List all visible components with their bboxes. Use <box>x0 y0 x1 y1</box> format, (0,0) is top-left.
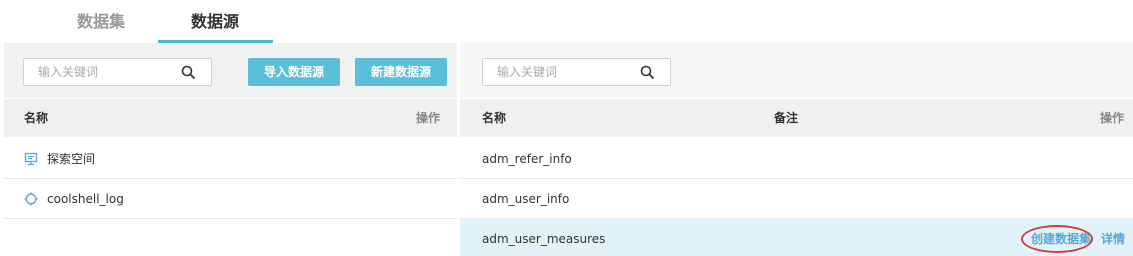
column-operation: 操作 <box>1100 111 1125 125</box>
tab-datasources[interactable]: 数据源 <box>165 0 265 44</box>
datasource-name: coolshell_log <box>47 192 124 206</box>
column-name: 名称 <box>482 111 507 125</box>
datasource-row-explore[interactable]: 探索空间 <box>4 139 457 179</box>
table-row[interactable]: adm_user_info <box>460 179 1133 219</box>
table-list-panel: 名称 备注 操作 adm_refer_info adm_user_info ad… <box>460 43 1133 256</box>
left-table-header: 名称 操作 <box>4 99 457 137</box>
column-name: 名称 <box>24 111 49 125</box>
import-datasource-button[interactable]: 导入数据源 <box>248 58 340 86</box>
detail-link[interactable]: 详情 <box>1101 219 1125 256</box>
search-icon[interactable] <box>640 65 654 79</box>
crosshair-icon <box>24 192 38 206</box>
left-search-box[interactable] <box>23 58 212 86</box>
datasource-name: 探索空间 <box>47 152 96 166</box>
table-row[interactable]: adm_refer_info <box>460 139 1133 179</box>
new-datasource-button[interactable]: 新建数据源 <box>355 58 447 86</box>
monitor-icon <box>24 152 38 166</box>
right-table-header: 名称 备注 操作 <box>460 99 1133 137</box>
column-operation: 操作 <box>416 111 441 125</box>
search-icon[interactable] <box>181 65 195 79</box>
table-row-selected[interactable]: adm_user_measures 创建数据集 详情 <box>460 219 1133 256</box>
column-note: 备注 <box>774 111 799 125</box>
table-name: adm_user_measures <box>482 232 606 246</box>
left-search-input[interactable] <box>24 59 174 85</box>
datasource-row-coolshell[interactable]: coolshell_log <box>4 179 457 219</box>
top-tabs: 数据集 数据源 <box>0 0 1133 44</box>
right-search-input[interactable] <box>483 59 633 85</box>
table-name: adm_user_info <box>482 192 570 206</box>
datasource-list-panel: 导入数据源 新建数据源 名称 操作 探索空间 coolshell_log <box>4 43 457 256</box>
tab-datasets[interactable]: 数据集 <box>60 0 142 44</box>
table-name: adm_refer_info <box>482 152 572 166</box>
right-search-box[interactable] <box>482 58 671 86</box>
annotation-circle <box>1021 225 1093 253</box>
